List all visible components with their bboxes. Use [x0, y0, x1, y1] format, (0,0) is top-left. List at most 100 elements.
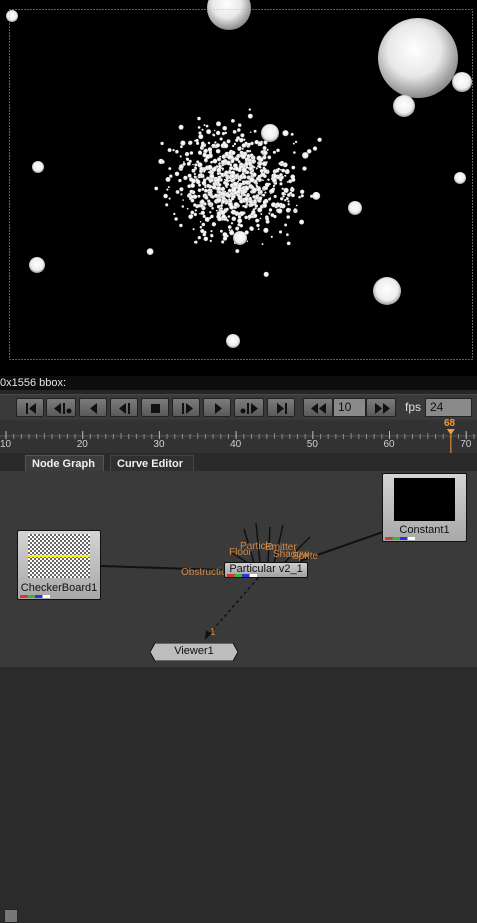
particle [235, 174, 238, 178]
particle [263, 169, 268, 174]
step-back-button[interactable] [110, 398, 138, 417]
channel-indicator [385, 537, 415, 540]
checkerboard-node[interactable]: CheckerBoard1 [17, 530, 101, 600]
particle [267, 169, 269, 171]
particle [161, 160, 165, 164]
play-forward-button[interactable] [203, 398, 231, 417]
particle [210, 214, 214, 219]
particle [204, 158, 208, 162]
particle [235, 138, 239, 142]
particle [203, 171, 206, 173]
particle [241, 190, 246, 195]
viewer-input-index: 1 [210, 627, 216, 638]
particle [269, 197, 272, 200]
tab-curve-editor[interactable]: Curve Editor [110, 455, 194, 471]
particle [235, 249, 240, 254]
viewer-canvas[interactable] [0, 0, 477, 378]
particle [186, 153, 189, 156]
particle [198, 134, 204, 140]
particle [213, 193, 219, 198]
frame-increment-field[interactable]: 10 [333, 398, 366, 417]
pane-menu-icon[interactable] [4, 909, 18, 923]
particle [193, 203, 197, 207]
particle [215, 149, 221, 154]
particle [259, 169, 264, 173]
particle [209, 180, 212, 184]
particle [260, 150, 264, 154]
particle [261, 243, 264, 246]
particle [196, 141, 200, 145]
particle [267, 155, 272, 160]
particle [182, 162, 186, 166]
stop-button[interactable] [141, 398, 169, 417]
particle [312, 191, 321, 200]
particle [227, 215, 231, 218]
particle [213, 129, 216, 132]
particle [192, 163, 194, 166]
particle [202, 214, 206, 219]
particle [207, 171, 210, 174]
particle [222, 197, 226, 201]
particle [212, 158, 218, 164]
particle [167, 186, 170, 189]
node-graph-canvas[interactable]: CheckerBoard1 Constant1 Particular v2_1 … [0, 471, 477, 667]
particle [197, 150, 203, 155]
particle [249, 131, 252, 133]
current-frame-indicator[interactable]: 68 [444, 418, 455, 429]
fps-field[interactable]: 24 [425, 398, 472, 417]
viewer-info-bar: 0x1556 bbox: [0, 376, 477, 390]
particle [194, 163, 198, 167]
large-particle [454, 172, 466, 184]
particle [215, 209, 218, 212]
particle [237, 168, 242, 173]
particle [291, 177, 296, 182]
particle [220, 204, 223, 208]
particle [250, 154, 253, 157]
particle [197, 126, 201, 129]
particle [267, 178, 270, 181]
timeline[interactable]: 10 20 30 40 50 60 70 [0, 420, 477, 454]
step-forward-icon [182, 403, 193, 414]
particle [201, 168, 204, 172]
particle [310, 194, 314, 198]
particle [287, 200, 290, 203]
constant-node[interactable]: Constant1 [382, 473, 467, 542]
particle [298, 195, 301, 199]
particle [220, 210, 226, 216]
particle [284, 224, 287, 227]
first-frame-button[interactable] [16, 398, 44, 417]
particle [221, 200, 225, 204]
particle [215, 143, 220, 148]
particle [180, 140, 186, 146]
particle [281, 191, 286, 196]
particle [277, 167, 281, 171]
skip-back-increment-button[interactable] [303, 398, 333, 417]
particle [201, 174, 203, 177]
viewer-node[interactable]: Viewer1 [150, 643, 238, 661]
particle [224, 179, 227, 182]
tab-node-graph[interactable]: Node Graph [25, 455, 104, 471]
prev-keyframe-button[interactable] [46, 398, 76, 417]
particle [204, 188, 208, 193]
skip-forward-increment-button[interactable] [366, 398, 396, 417]
step-forward-button[interactable] [172, 398, 200, 417]
next-keyframe-button[interactable] [234, 398, 264, 417]
rewind-icon [311, 403, 326, 414]
particle [254, 204, 258, 208]
play-backward-button[interactable] [79, 398, 107, 417]
particle [223, 143, 229, 149]
particle [203, 124, 206, 127]
particle [190, 210, 195, 215]
channel-indicator [227, 574, 257, 577]
particle [221, 240, 225, 244]
first-frame-icon [26, 403, 36, 414]
particle [249, 167, 253, 171]
particle [231, 193, 234, 196]
last-frame-button[interactable] [267, 398, 295, 417]
particle [255, 167, 258, 170]
particular-node[interactable]: Particular v2_1 [224, 562, 308, 578]
particle [218, 191, 221, 194]
particle [194, 209, 197, 212]
particle [237, 218, 243, 224]
particle [227, 183, 230, 186]
